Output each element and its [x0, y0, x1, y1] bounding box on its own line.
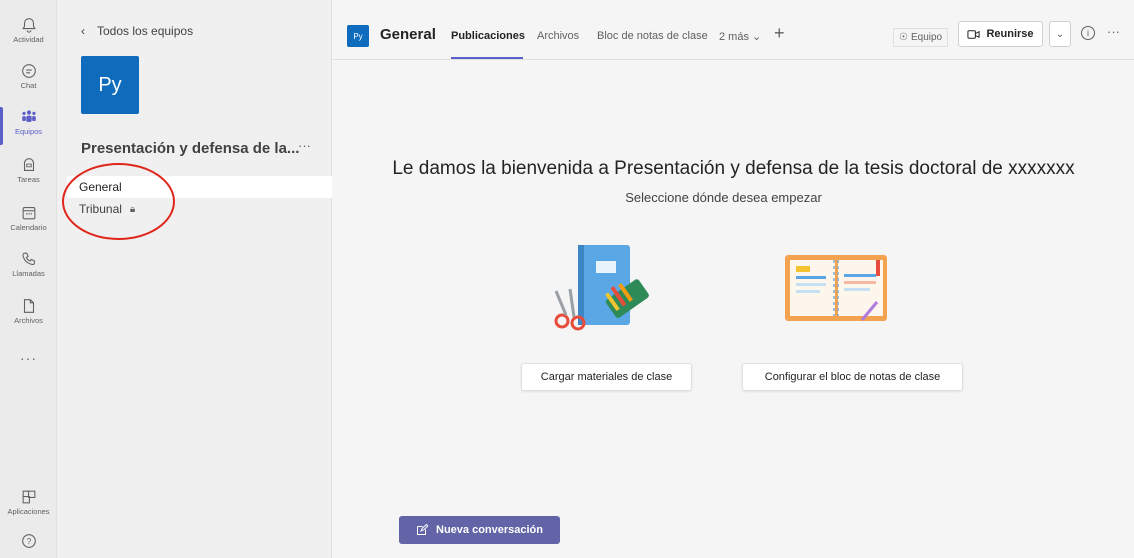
svg-text:?: ? — [26, 537, 31, 546]
help-icon: ? — [21, 534, 36, 548]
tab-posts[interactable]: Publicaciones — [451, 30, 525, 42]
class-notebook-illustration — [785, 255, 887, 321]
tab-more[interactable]: 2 más ⌄ — [719, 30, 761, 43]
video-camera-icon — [967, 29, 981, 39]
rail-more-button[interactable]: ··· — [0, 350, 57, 366]
configure-class-notebook-button[interactable]: Configurar el bloc de notas de clase — [742, 363, 963, 391]
welcome-title: Le damos la bienvenida a Presentación y … — [392, 158, 1075, 179]
team-avatar[interactable]: Py — [81, 56, 139, 114]
compose-icon — [417, 524, 428, 535]
meet-button-label: Reunirse — [986, 28, 1034, 40]
back-link-label: Todos los equipos — [97, 24, 194, 38]
chevron-left-icon: ‹ — [81, 24, 85, 38]
team-name: Presentación y defensa de la... — [81, 140, 300, 157]
back-to-teams-link[interactable]: ‹ Todos los equipos — [81, 24, 193, 38]
main-content: Py General Publicaciones Archivos Bloc d… — [333, 0, 1134, 558]
rail-label: Tareas — [17, 175, 40, 184]
rail-item-calls[interactable]: Llamadas — [0, 250, 57, 278]
meet-dropdown-button[interactable]: ⌄ — [1049, 21, 1071, 47]
channel-team-avatar: Py — [347, 25, 369, 47]
welcome-subtitle: Seleccione dónde desea empezar — [625, 190, 822, 205]
channel-header: Py General Publicaciones Archivos Bloc d… — [333, 10, 1134, 60]
apps-icon — [22, 490, 35, 504]
team-more-options-button[interactable]: ··· — [298, 138, 311, 153]
active-tab-indicator — [451, 57, 523, 59]
lock-icon: 🔒︎ — [129, 203, 136, 215]
rail-item-activity[interactable]: Actividad — [0, 16, 57, 44]
rail-item-teams[interactable]: Equipos — [0, 108, 57, 136]
more-options-button[interactable]: ··· — [1107, 24, 1120, 39]
bell-icon — [21, 18, 36, 33]
teams-icon — [21, 110, 36, 122]
chat-icon — [21, 64, 36, 78]
app-rail: Actividad Chat Equipos Tareas Calendario… — [0, 0, 57, 558]
channel-title: General — [380, 26, 436, 43]
channel-label: General — [79, 180, 122, 194]
rail-label: Calendario — [10, 223, 47, 232]
rail-item-chat[interactable]: Chat — [0, 62, 57, 90]
phone-icon — [21, 252, 35, 266]
add-tab-button[interactable]: + — [774, 23, 785, 44]
channel-general[interactable]: General — [67, 176, 332, 198]
new-conversation-label: Nueva conversación — [436, 524, 543, 536]
meet-button[interactable]: Reunirse — [958, 21, 1043, 47]
channel-tribunal[interactable]: Tribunal 🔒︎ — [67, 198, 332, 220]
team-tag[interactable]: ☉ Equipo — [893, 28, 949, 47]
rail-label: Archivos — [14, 316, 43, 325]
file-icon — [23, 299, 34, 313]
rail-item-files[interactable]: Archivos — [0, 297, 57, 325]
rail-item-apps[interactable]: Aplicaciones — [0, 488, 57, 516]
rail-label: Equipos — [14, 127, 43, 136]
rail-label: Actividad — [13, 35, 44, 44]
rail-label: Chat — [20, 81, 37, 90]
tab-class-notebook[interactable]: Bloc de notas de clase — [597, 30, 708, 42]
rail-item-assignments[interactable]: Tareas — [0, 156, 57, 184]
rail-label: Aplicaciones — [7, 507, 50, 516]
tab-files[interactable]: Archivos — [537, 30, 579, 42]
team-tag-label: Equipo — [910, 32, 943, 43]
rail-item-help[interactable]: ? — [0, 532, 57, 550]
upload-class-materials-button[interactable]: Cargar materiales de clase — [521, 363, 692, 391]
assignments-icon — [23, 158, 34, 171]
rail-item-calendar[interactable]: Calendario — [0, 204, 57, 232]
channel-label: Tribunal — [79, 202, 122, 216]
rail-label: Llamadas — [12, 269, 45, 278]
eye-icon: ☉ — [899, 32, 908, 43]
info-icon[interactable]: i — [1081, 26, 1095, 40]
new-conversation-button[interactable]: Nueva conversación — [399, 516, 560, 544]
calendar-icon — [22, 207, 35, 220]
team-panel: ‹ Todos los equipos Py Presentación y de… — [57, 0, 332, 558]
class-materials-illustration — [554, 245, 649, 331]
